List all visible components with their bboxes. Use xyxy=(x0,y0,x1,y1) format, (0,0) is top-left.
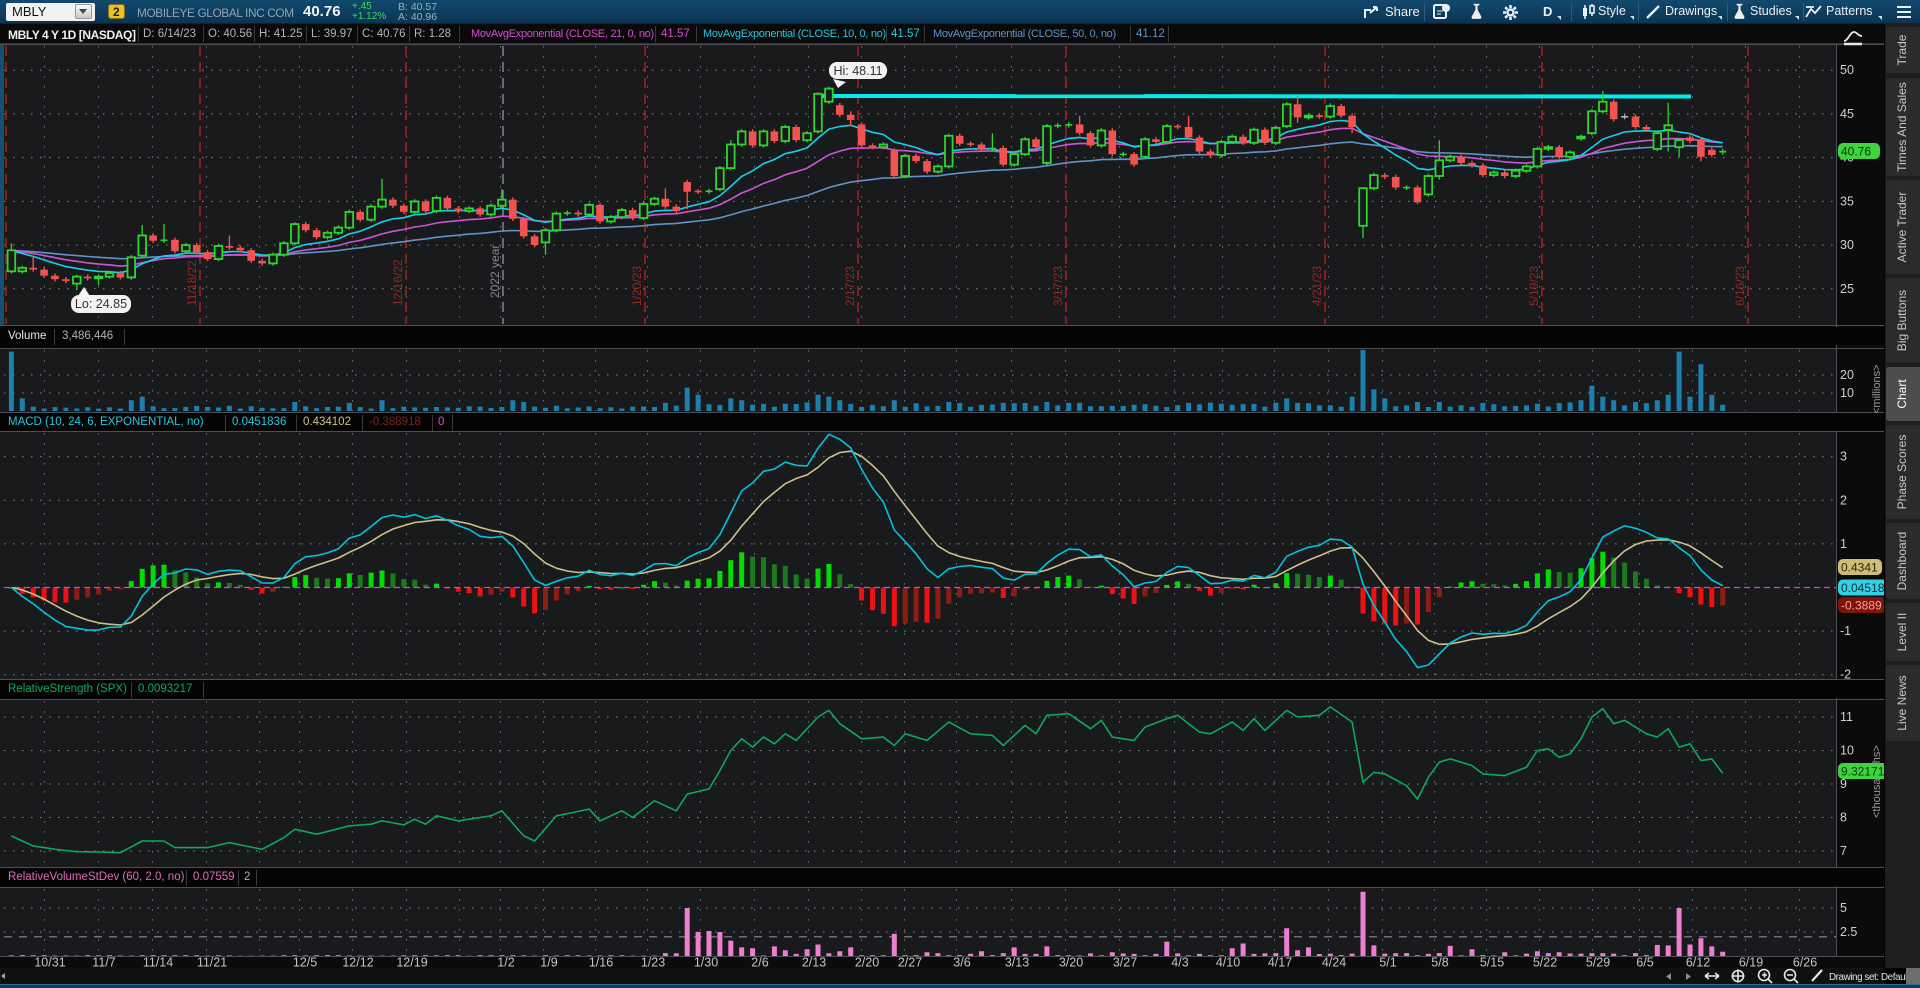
svg-text:3/20: 3/20 xyxy=(1059,956,1083,970)
svg-text:12/16/22: 12/16/22 xyxy=(391,259,405,306)
svg-text:3/27: 3/27 xyxy=(1113,956,1137,970)
svg-text:45: 45 xyxy=(1840,107,1854,121)
svg-text:11/18/22: 11/18/22 xyxy=(185,260,199,306)
svg-text:12/5: 12/5 xyxy=(293,956,317,970)
svg-text:11/7: 11/7 xyxy=(92,956,115,970)
svg-text:40.76: 40.76 xyxy=(1841,145,1871,159)
svg-text:5/15: 5/15 xyxy=(1480,956,1504,970)
svg-text:2/6: 2/6 xyxy=(751,956,768,970)
svg-text:10/31: 10/31 xyxy=(34,956,65,970)
svg-text:7: 7 xyxy=(1840,844,1847,858)
svg-text:3/13: 3/13 xyxy=(1005,956,1029,970)
svg-text:Drawing set: Default: Drawing set: Default xyxy=(1829,972,1910,983)
svg-text:5/8: 5/8 xyxy=(1431,956,1448,970)
svg-text:1: 1 xyxy=(1840,537,1847,551)
svg-text:20: 20 xyxy=(1840,368,1854,382)
svg-text:12/19: 12/19 xyxy=(396,956,427,970)
svg-text:9: 9 xyxy=(1840,777,1847,791)
svg-text:11/21: 11/21 xyxy=(197,956,227,970)
svg-text:50: 50 xyxy=(1840,63,1854,77)
svg-text:2/20: 2/20 xyxy=(855,956,879,970)
svg-text:1/20/23: 1/20/23 xyxy=(630,266,644,306)
svg-text:-0.3889: -0.3889 xyxy=(1841,599,1882,613)
svg-text:4/10: 4/10 xyxy=(1216,956,1240,970)
svg-text:6/19: 6/19 xyxy=(1739,956,1763,970)
svg-text:Lo: 24.85: Lo: 24.85 xyxy=(75,297,127,311)
svg-text:2022 year: 2022 year xyxy=(488,245,502,298)
svg-text:5/22: 5/22 xyxy=(1533,956,1557,970)
svg-text:1/2: 1/2 xyxy=(497,956,514,970)
svg-text:10: 10 xyxy=(1840,744,1854,758)
svg-text:4/24: 4/24 xyxy=(1322,956,1346,970)
svg-text:0.4341: 0.4341 xyxy=(1841,561,1878,575)
svg-text:5/19/23: 5/19/23 xyxy=(1527,266,1541,306)
svg-text:6/16/23: 6/16/23 xyxy=(1733,266,1747,306)
svg-text:<thousandths>: <thousandths> xyxy=(1871,745,1883,818)
svg-text:6/5: 6/5 xyxy=(1636,956,1653,970)
svg-text:4/21/23: 4/21/23 xyxy=(1310,266,1324,306)
svg-text:5/29: 5/29 xyxy=(1586,956,1610,970)
svg-text:0.04518: 0.04518 xyxy=(1841,581,1885,595)
svg-text:9.32171: 9.32171 xyxy=(1841,765,1885,779)
svg-text:12/12: 12/12 xyxy=(342,956,373,970)
svg-text:5/1: 5/1 xyxy=(1379,956,1396,970)
svg-text:1/9: 1/9 xyxy=(540,956,557,970)
svg-text:<millions>: <millions> xyxy=(1871,364,1883,414)
svg-text:5: 5 xyxy=(1840,901,1847,915)
svg-text:4/17: 4/17 xyxy=(1268,956,1292,970)
svg-text:3/17/23: 3/17/23 xyxy=(1051,266,1065,306)
svg-text:25: 25 xyxy=(1840,282,1854,296)
svg-text:Hi: 48.11: Hi: 48.11 xyxy=(833,64,882,78)
svg-text:11: 11 xyxy=(1840,710,1853,724)
svg-text:2/27: 2/27 xyxy=(898,956,922,970)
svg-text:8: 8 xyxy=(1840,811,1847,825)
svg-text:2/17/23: 2/17/23 xyxy=(843,266,857,306)
svg-text:3/6: 3/6 xyxy=(953,956,970,970)
svg-text:4/3: 4/3 xyxy=(1171,956,1188,970)
svg-text:2: 2 xyxy=(1840,493,1847,507)
svg-text:30: 30 xyxy=(1840,238,1854,252)
svg-text:1/16: 1/16 xyxy=(589,956,613,970)
svg-text:1/23: 1/23 xyxy=(641,956,665,970)
svg-text:11/14: 11/14 xyxy=(143,956,173,970)
svg-text:6/26: 6/26 xyxy=(1793,956,1817,970)
svg-text:2/13: 2/13 xyxy=(802,956,826,970)
svg-text:2.5: 2.5 xyxy=(1840,925,1857,939)
svg-text:10: 10 xyxy=(1840,386,1854,400)
svg-text:35: 35 xyxy=(1840,194,1854,208)
svg-text:1/30: 1/30 xyxy=(694,956,718,970)
svg-text:3: 3 xyxy=(1840,450,1847,464)
svg-text:6/12: 6/12 xyxy=(1686,956,1710,970)
svg-text:-1: -1 xyxy=(1840,624,1851,638)
